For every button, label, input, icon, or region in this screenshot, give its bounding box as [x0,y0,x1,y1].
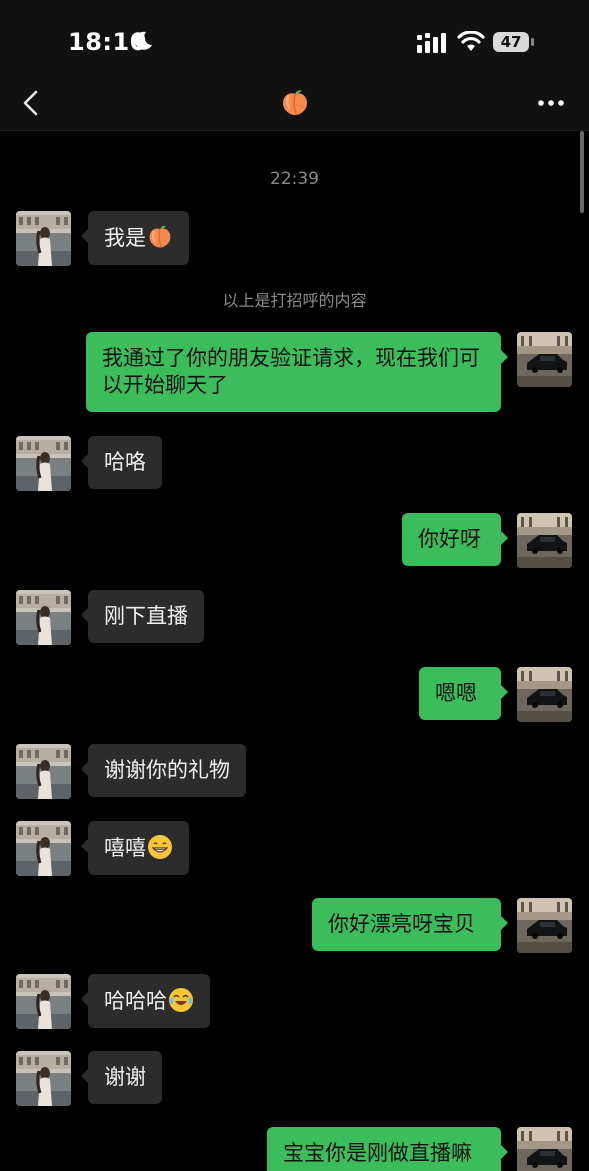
outgoing-message[interactable]: 宝宝你是刚做直播嘛 [267,1127,508,1171]
system-note: 以上是打招呼的内容 [222,291,367,310]
peach-icon [280,88,310,118]
message-text: 哈咯 [104,450,146,474]
outgoing-message[interactable]: 嗯嗯 [419,667,508,720]
contact-avatar[interactable] [16,744,71,799]
outgoing-message[interactable]: 你好漂亮呀宝贝 [312,898,508,951]
wifi-icon [457,31,485,51]
grin-emoji-icon [147,834,173,860]
incoming-message[interactable]: 嘻嘻 [81,821,189,875]
incoming-message[interactable]: 谢谢你的礼物 [81,744,246,797]
incoming-message[interactable]: 哈咯 [81,436,162,489]
status-bar: 18:10 47 [0,0,589,80]
message-list[interactable]: 22:39 我是 以上是打招呼的内容 我通过了你的朋友验证请求，现在我们可以开始… [0,131,589,1171]
battery-indicator: 47 [493,32,537,54]
my-avatar[interactable] [517,667,572,722]
contact-avatar[interactable] [16,436,71,491]
incoming-message[interactable]: 我是 [81,211,189,265]
message-text: 谢谢你的礼物 [104,758,230,782]
message-text: 刚下直播 [104,604,188,628]
message-text: 嗯嗯 [435,681,477,705]
my-avatar[interactable] [517,898,572,953]
back-arrow-icon[interactable] [16,86,46,120]
more-options-icon[interactable] [536,98,566,108]
my-avatar[interactable] [517,1127,572,1171]
battery-tip [531,38,534,46]
contact-avatar[interactable] [16,821,71,876]
cellular-signal-icon [417,33,446,53]
my-avatar[interactable] [517,513,572,568]
message-text: 我是 [104,226,146,250]
peach-emoji-icon [147,224,173,250]
chat-header [0,80,589,131]
contact-avatar[interactable] [16,1051,71,1106]
message-text: 我通过了你的朋友验证请求，现在我们可以开始聊天了 [102,346,480,397]
message-text: 哈哈哈 [104,989,167,1013]
message-text: 你好漂亮呀宝贝 [328,912,475,936]
incoming-message[interactable]: 谢谢 [81,1051,162,1104]
message-text: 宝宝你是刚做直播嘛 [283,1141,472,1165]
outgoing-message[interactable]: 我通过了你的朋友验证请求，现在我们可以开始聊天了 [86,332,508,412]
contact-avatar[interactable] [16,211,71,266]
message-text: 你好呀 [418,527,481,551]
message-text: 谢谢 [104,1065,146,1089]
my-avatar[interactable] [517,332,572,387]
message-timestamp: 22:39 [270,169,319,189]
incoming-message[interactable]: 哈哈哈 [81,974,210,1028]
contact-avatar[interactable] [16,590,71,645]
tears-of-joy-emoji-icon [168,987,194,1013]
contact-avatar[interactable] [16,974,71,1029]
do-not-disturb-icon [135,31,152,50]
battery-level: 47 [493,32,529,52]
incoming-message[interactable]: 刚下直播 [81,590,204,643]
message-text: 嘻嘻 [104,836,146,860]
outgoing-message[interactable]: 你好呀 [402,513,508,566]
